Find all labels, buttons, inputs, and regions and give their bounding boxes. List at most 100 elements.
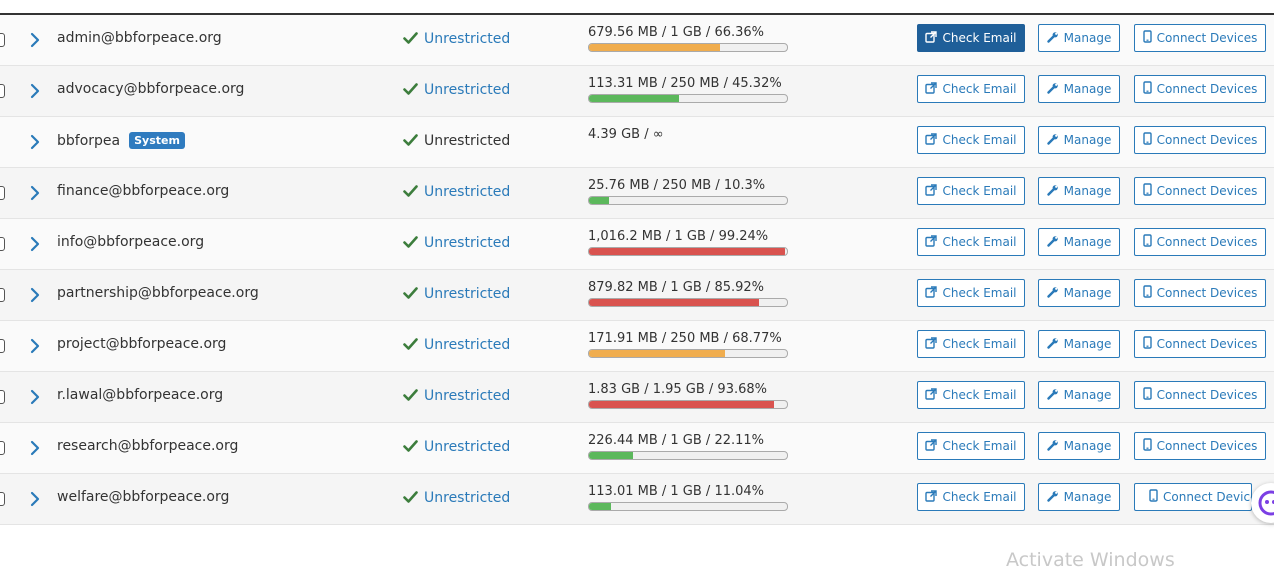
manage-label: Manage: [1063, 439, 1112, 453]
restriction-link[interactable]: Unrestricted: [424, 31, 510, 47]
external-link-icon: [925, 489, 938, 505]
chevron-right-icon[interactable]: [28, 133, 42, 151]
mobile-phone-icon: [1142, 132, 1152, 148]
chevron-right-icon[interactable]: [28, 235, 42, 253]
chevron-right-icon[interactable]: [28, 337, 42, 355]
check-email-button[interactable]: Check Email: [917, 330, 1025, 358]
manage-label: Manage: [1063, 184, 1112, 198]
connect-devices-label: Connect Devices: [1156, 133, 1258, 147]
manage-button[interactable]: Manage: [1038, 75, 1120, 103]
connect-devices-button[interactable]: Connect Devices: [1134, 177, 1266, 205]
row-select-checkbox[interactable]: [0, 492, 5, 506]
check-email-button[interactable]: Check Email: [917, 177, 1025, 205]
usage-bar-fill: [589, 299, 760, 306]
manage-button[interactable]: Manage: [1038, 24, 1120, 52]
chevron-right-icon[interactable]: [28, 439, 42, 457]
checkmark-icon: [403, 236, 418, 248]
account-email: welfare@bbforpeace.org: [57, 489, 230, 505]
wrench-icon: [1046, 82, 1059, 97]
row-select-checkbox[interactable]: [0, 390, 5, 404]
restriction-link[interactable]: Unrestricted: [424, 235, 510, 251]
restriction-link[interactable]: Unrestricted: [424, 286, 510, 302]
connect-devices-button[interactable]: Connect Device: [1134, 483, 1252, 511]
check-email-label: Check Email: [942, 337, 1017, 351]
account-name: welfare@bbforpeace.org: [57, 489, 229, 505]
usage-text: 879.82 MB / 1 GB / 85.92%: [588, 280, 765, 295]
row-select-checkbox[interactable]: [0, 339, 5, 353]
mobile-phone-icon: [1142, 81, 1152, 97]
check-email-label: Check Email: [942, 286, 1017, 300]
chat-widget-button[interactable]: [1251, 483, 1274, 523]
disk-usage: 25.76 MB / 250 MB / 10.3%: [588, 178, 788, 205]
wrench-icon: [1046, 337, 1059, 352]
manage-button[interactable]: Manage: [1038, 279, 1120, 307]
usage-bar: [588, 94, 788, 103]
manage-button[interactable]: Manage: [1038, 483, 1120, 511]
mobile-phone-icon: [1142, 30, 1152, 46]
manage-button[interactable]: Manage: [1038, 126, 1120, 154]
row-select-checkbox[interactable]: [0, 33, 5, 47]
check-email-button[interactable]: Check Email: [917, 432, 1025, 460]
disk-usage: 879.82 MB / 1 GB / 85.92%: [588, 280, 788, 307]
row-select-checkbox[interactable]: [0, 441, 5, 455]
restriction-status: Unrestricted: [403, 82, 510, 98]
connect-devices-button[interactable]: Connect Devices: [1134, 126, 1266, 154]
row-select-checkbox[interactable]: [0, 186, 5, 200]
check-email-button[interactable]: Check Email: [917, 483, 1025, 511]
chevron-right-icon[interactable]: [28, 31, 42, 49]
restriction-link[interactable]: Unrestricted: [424, 337, 510, 353]
manage-button[interactable]: Manage: [1038, 381, 1120, 409]
table-header: [0, 0, 1274, 14]
connect-devices-button[interactable]: Connect Devices: [1134, 228, 1266, 256]
row-select-checkbox[interactable]: [0, 288, 5, 302]
connect-devices-button[interactable]: Connect Devices: [1134, 432, 1266, 460]
row-select-checkbox[interactable]: [0, 84, 5, 98]
connect-devices-button[interactable]: Connect Devices: [1134, 75, 1266, 103]
restriction-link[interactable]: Unrestricted: [424, 439, 510, 455]
check-email-button[interactable]: Check Email: [917, 381, 1025, 409]
restriction-status: Unrestricted: [403, 286, 510, 302]
chevron-right-icon[interactable]: [28, 286, 42, 304]
chevron-right-icon[interactable]: [28, 82, 42, 100]
restriction-link[interactable]: Unrestricted: [424, 490, 510, 506]
restriction-link[interactable]: Unrestricted: [424, 82, 510, 98]
external-link-icon: [925, 336, 938, 352]
check-email-label: Check Email: [942, 235, 1017, 249]
check-email-button[interactable]: Check Email: [917, 279, 1025, 307]
checkmark-icon: [403, 83, 418, 95]
external-link-icon: [925, 285, 938, 301]
mobile-phone-icon: [1142, 234, 1152, 250]
restriction-link[interactable]: Unrestricted: [424, 184, 510, 200]
manage-label: Manage: [1063, 388, 1112, 402]
mobile-phone-icon: [1142, 285, 1152, 301]
manage-button[interactable]: Manage: [1038, 330, 1120, 358]
connect-devices-button[interactable]: Connect Devices: [1134, 330, 1266, 358]
usage-text: 25.76 MB / 250 MB / 10.3%: [588, 178, 766, 193]
usage-text: 226.44 MB / 1 GB / 22.11%: [588, 433, 765, 448]
usage-text: 113.31 MB / 250 MB / 45.32%: [588, 76, 782, 91]
connect-devices-button[interactable]: Connect Devices: [1134, 279, 1266, 307]
chevron-right-icon[interactable]: [28, 490, 42, 508]
connect-devices-button[interactable]: Connect Devices: [1134, 381, 1266, 409]
chevron-right-icon[interactable]: [28, 184, 42, 202]
usage-bar: [588, 43, 788, 52]
row-select-checkbox[interactable]: [0, 237, 5, 251]
usage-bar: [588, 247, 788, 256]
check-email-button[interactable]: Check Email: [917, 24, 1025, 52]
manage-button[interactable]: Manage: [1038, 432, 1120, 460]
usage-text: 171.91 MB / 250 MB / 68.77%: [588, 331, 782, 346]
restriction-status: Unrestricted: [403, 133, 510, 149]
chevron-right-icon[interactable]: [28, 388, 42, 406]
check-email-button[interactable]: Check Email: [917, 228, 1025, 256]
restriction-link[interactable]: Unrestricted: [424, 388, 510, 404]
manage-button[interactable]: Manage: [1038, 228, 1120, 256]
check-email-button[interactable]: Check Email: [917, 75, 1025, 103]
restriction-status: Unrestricted: [403, 490, 510, 506]
connect-devices-button[interactable]: Connect Devices: [1134, 24, 1266, 52]
account-name: research@bbforpeace.org: [57, 438, 238, 454]
usage-bar: [588, 400, 788, 409]
usage-bar: [588, 298, 788, 307]
wrench-icon: [1046, 31, 1059, 46]
manage-button[interactable]: Manage: [1038, 177, 1120, 205]
check-email-button[interactable]: Check Email: [917, 126, 1025, 154]
